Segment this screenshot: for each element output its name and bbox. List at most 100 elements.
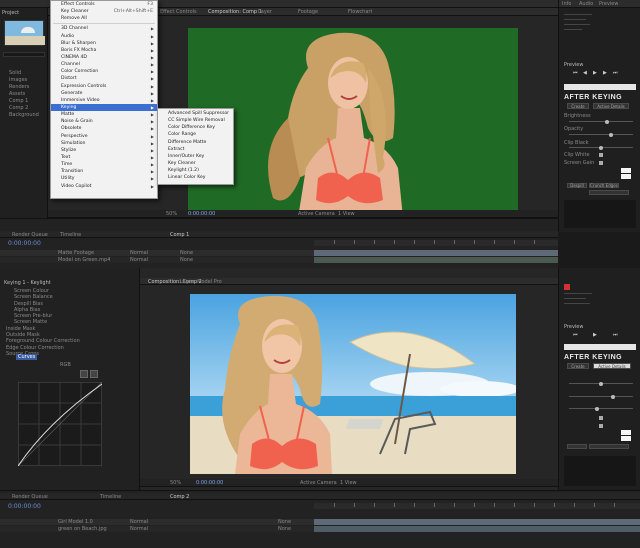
menu-item-transition[interactable]: Transition ▶: [51, 168, 157, 175]
timeline-timecode[interactable]: 0:00:00:00: [8, 240, 41, 247]
timeline-ruler[interactable]: [314, 503, 640, 509]
curve-tool-icon[interactable]: [80, 370, 88, 378]
refine-button[interactable]: [567, 444, 587, 449]
layer-track-bar[interactable]: [314, 250, 558, 256]
menu-item-difference-matte[interactable]: Difference Matte: [158, 139, 233, 146]
tab-layer[interactable]: Layer: [258, 9, 272, 15]
menu-item-keylight[interactable]: Keylight (1.2): [158, 167, 233, 174]
channel-dropdown[interactable]: RGB: [60, 362, 71, 368]
layer-name[interactable]: Matte Footage: [58, 250, 94, 256]
layer-name[interactable]: Model on Green.mp4: [58, 257, 110, 263]
menu-item-immersive-video[interactable]: Immersive Video ▶: [51, 97, 157, 104]
layer-track-bar[interactable]: [314, 519, 640, 525]
right-panel-search-input[interactable]: [564, 344, 636, 350]
pencil-tool-icon[interactable]: [90, 370, 98, 378]
menu-item-color-difference-key[interactable]: Color Difference Key: [158, 124, 233, 131]
menu-item-inner-outer-key[interactable]: Inner/Outer Key: [158, 153, 233, 160]
layer-track-bar[interactable]: [314, 526, 640, 532]
play-icon[interactable]: ▶: [593, 70, 597, 76]
menu-item-blur-sharpen[interactable]: Blur & Sharpen ▶: [51, 40, 157, 47]
menu-item-keying[interactable]: Keying ▶: [51, 103, 157, 112]
menu-item-cinema-4d[interactable]: CINEMA 4D ▶: [51, 54, 157, 61]
layer-parent[interactable]: None: [278, 526, 291, 532]
slider-knob[interactable]: [611, 394, 615, 399]
tab-render-queue[interactable]: Render Queue: [12, 494, 48, 500]
first-frame-icon[interactable]: ⏮: [573, 332, 578, 338]
refine-button[interactable]: [589, 444, 629, 449]
menu-item-key-cleaner[interactable]: Key Cleaner: [158, 160, 233, 167]
menu-item-channel[interactable]: Channel ▶: [51, 61, 157, 68]
create-button[interactable]: Create: [567, 363, 589, 369]
mode-dropdown[interactable]: Active Details: [593, 363, 631, 369]
slider-knob[interactable]: [605, 119, 609, 124]
first-frame-icon[interactable]: ⏮: [573, 70, 578, 76]
menu-item-perspective[interactable]: Perspective ▶: [51, 133, 157, 140]
menu-item-obsolete[interactable]: Obsolete ▶: [51, 125, 157, 132]
curves-effect-label[interactable]: Curves: [16, 354, 38, 360]
tab-timeline[interactable]: Timeline: [60, 232, 81, 238]
menu-item-advanced-spill-suppressor[interactable]: Advanced Spill Suppressor: [158, 110, 233, 117]
list-item[interactable]: Images: [3, 77, 45, 84]
timecode-display[interactable]: 0:00:00:00: [188, 211, 215, 217]
slider-knob[interactable]: [599, 381, 603, 386]
layer-mode[interactable]: Normal: [130, 526, 148, 532]
layer-track-bar[interactable]: [314, 257, 558, 263]
slider[interactable]: [569, 381, 633, 386]
tab-comp-2[interactable]: Comp 2: [170, 494, 189, 500]
tab-preview[interactable]: Preview: [599, 1, 618, 7]
camera-dropdown[interactable]: Active Camera: [298, 211, 335, 217]
menu-item-time[interactable]: Time ▶: [51, 161, 157, 168]
layer-row[interactable]: green on Beach.jpg Normal None: [0, 526, 314, 532]
color-swatch-white-2[interactable]: [621, 174, 631, 179]
last-frame-icon[interactable]: ⏭: [613, 70, 618, 76]
menu-item-utility[interactable]: Utility ▶: [51, 175, 157, 182]
checkbox[interactable]: [599, 416, 603, 420]
create-button[interactable]: Create: [567, 103, 589, 109]
timeline-ruler[interactable]: [314, 240, 558, 246]
layer-name[interactable]: green on Beach.jpg: [58, 526, 107, 532]
menu-item-cc-simple-wire-removal[interactable]: CC Simple Wire Removal: [158, 117, 233, 124]
layer-row[interactable]: Model on Green.mp4 Normal None: [0, 257, 314, 263]
list-item[interactable]: Comp 2: [3, 105, 45, 112]
menu-item-text[interactable]: Text ▶: [51, 154, 157, 161]
menu-item-boris-fx-mocha[interactable]: Boris FX Mocha ▶: [51, 47, 157, 54]
menu-item-generate[interactable]: Generate ▶: [51, 90, 157, 97]
menu-item-simulation[interactable]: Simulation ▶: [51, 140, 157, 147]
right-panel-search-input[interactable]: [564, 84, 636, 90]
tab-composition[interactable]: Composition: Comp 1: [208, 9, 262, 15]
tab-flowchart[interactable]: Flowchart: [348, 9, 372, 15]
views-dropdown[interactable]: 1 View: [340, 480, 357, 486]
list-item[interactable]: Assets: [3, 91, 45, 98]
project-panel-tab[interactable]: Project: [2, 10, 19, 16]
slider-knob[interactable]: [599, 145, 603, 150]
opacity-slider[interactable]: [569, 132, 633, 137]
layer-mode[interactable]: Normal: [130, 250, 148, 256]
menu-item-noise-grain[interactable]: Noise & Grain ▶: [51, 118, 157, 125]
clip-black-slider[interactable]: [569, 145, 633, 150]
camera-dropdown[interactable]: Active Camera: [300, 480, 337, 486]
menu-item-linear-color-key[interactable]: Linear Color Key: [158, 174, 233, 181]
slider[interactable]: [569, 394, 633, 399]
zoom-dropdown[interactable]: 50%: [170, 480, 181, 486]
timeline-timecode[interactable]: 0:00:00:00: [8, 503, 41, 510]
tab-render-queue[interactable]: Render Queue: [12, 232, 48, 238]
clip-white-checkbox[interactable]: [599, 153, 603, 157]
tab-audio[interactable]: Audio: [579, 1, 593, 7]
menu-item-3d-channel[interactable]: 3D Channel ▶: [51, 25, 157, 32]
timecode-display[interactable]: 0:00:00:00: [196, 480, 223, 486]
brightness-slider[interactable]: [569, 119, 633, 124]
list-item[interactable]: Renders: [3, 84, 45, 91]
list-item[interactable]: Solid: [3, 70, 45, 77]
list-item[interactable]: Comp 1: [3, 98, 45, 105]
slider[interactable]: [569, 406, 633, 411]
tab-timeline[interactable]: Timeline: [100, 494, 121, 500]
menu-item-video-copilot[interactable]: Video Copilot ▶: [51, 183, 157, 190]
menu-item-extract[interactable]: Extract: [158, 146, 233, 153]
layer-parent[interactable]: None: [180, 257, 193, 263]
tab-footage[interactable]: Footage: [298, 9, 318, 15]
color-swatch-white-2[interactable]: [621, 436, 631, 441]
play-icon[interactable]: ▶: [593, 332, 597, 338]
refine-button[interactable]: [589, 190, 629, 195]
views-dropdown[interactable]: 1 View: [338, 211, 355, 217]
slider-knob[interactable]: [609, 132, 613, 137]
